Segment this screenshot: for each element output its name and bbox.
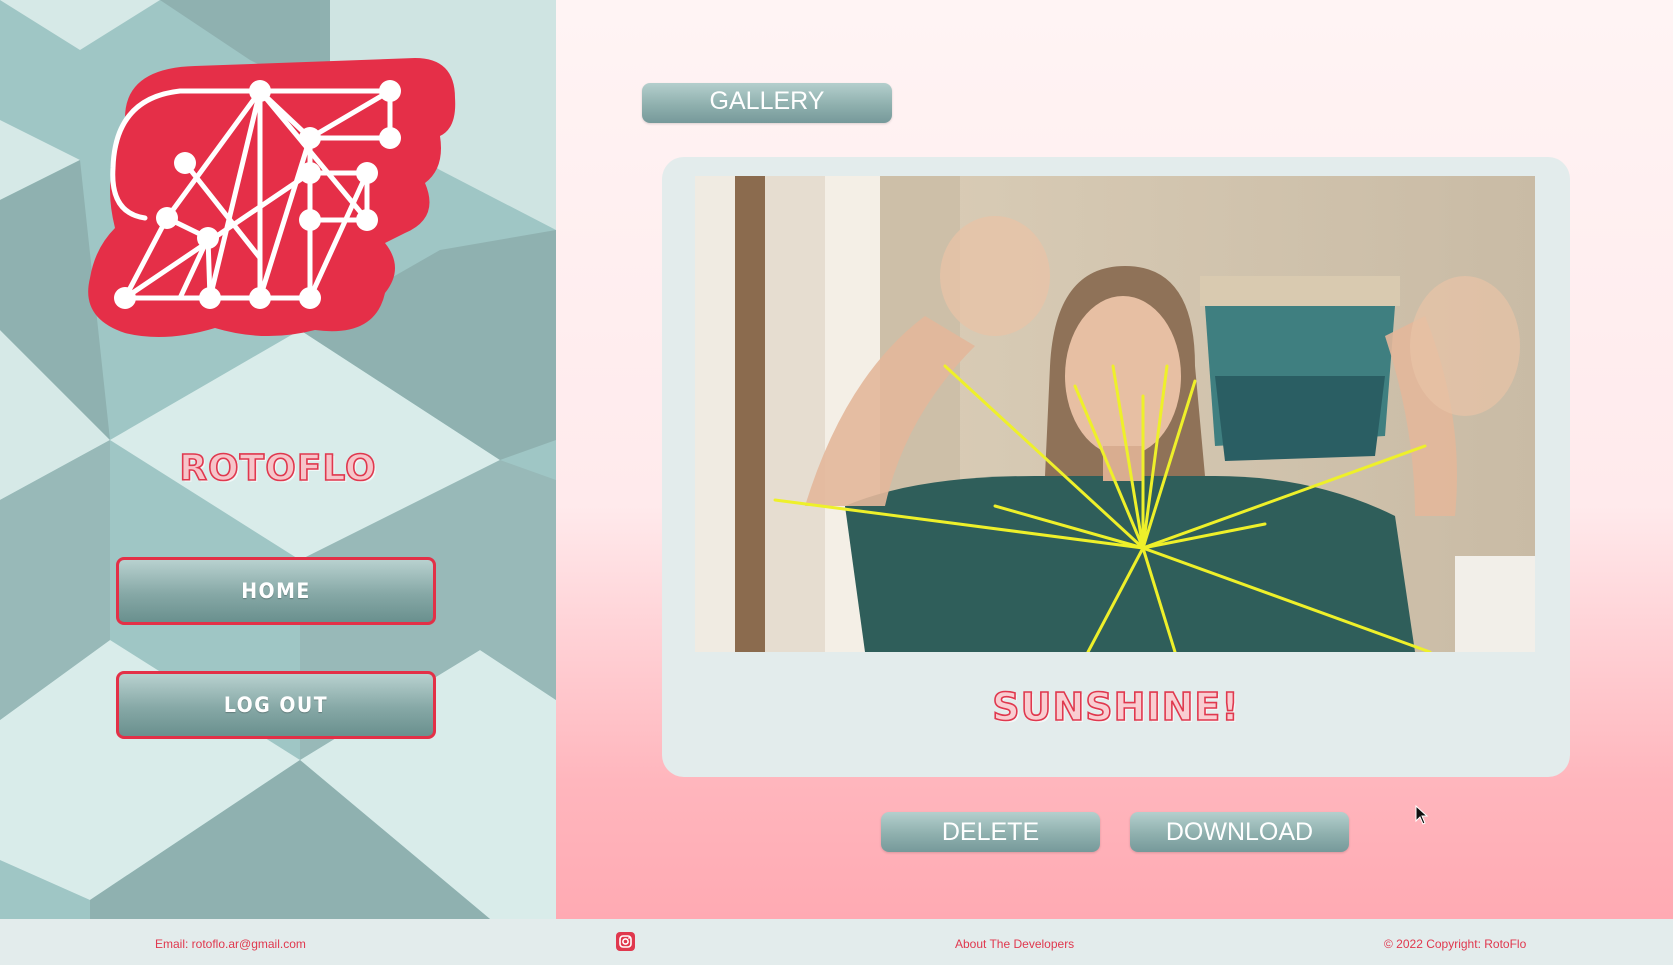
brand-name: ROTOFLO — [179, 447, 377, 490]
sidebar: ROTOFLO HOME LOG OUT — [0, 0, 556, 919]
photo-caption: SUNSHINE! — [991, 684, 1240, 730]
mouse-cursor-icon — [1415, 805, 1429, 825]
footer-email[interactable]: Email: rotoflo.ar@gmail.com — [155, 937, 306, 951]
gallery-button[interactable]: GALLERY — [642, 83, 892, 123]
rotoflo-logo — [88, 58, 456, 337]
main-content: GALLERY SUNSHINE! DELETE DOWNLOAD — [556, 0, 1673, 919]
gallery-photo[interactable] — [695, 176, 1535, 652]
footer: Email: rotoflo.ar@gmail.com About The De… — [0, 919, 1673, 965]
about-developers-link[interactable]: About The Developers — [955, 937, 1074, 951]
pose-photo-illustration — [695, 176, 1535, 652]
delete-button[interactable]: DELETE — [881, 812, 1100, 852]
download-button[interactable]: DOWNLOAD — [1130, 812, 1349, 852]
log-out-button[interactable]: LOG OUT — [116, 671, 436, 739]
home-button[interactable]: HOME — [116, 557, 436, 625]
footer-copyright: © 2022 Copyright: RotoFlo — [1384, 937, 1527, 951]
gallery-card: SUNSHINE! — [662, 157, 1570, 777]
instagram-icon[interactable] — [616, 932, 635, 951]
